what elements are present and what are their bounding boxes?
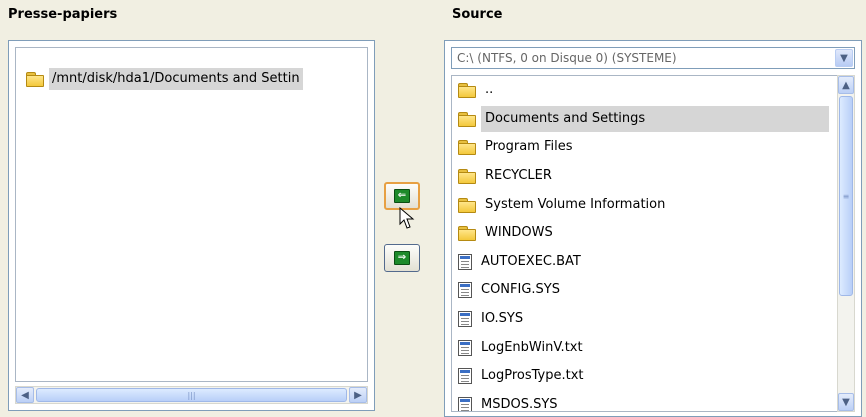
file-list-item[interactable]: LogEnbWinV.txt <box>452 333 838 362</box>
file-icon <box>458 282 472 299</box>
file-list-item-label: WINDOWS <box>485 225 553 241</box>
clipboard-item-label: /mnt/disk/hda1/Documents and Settin <box>49 68 303 90</box>
scrollbar-thumb[interactable]: ≡ <box>839 96 853 296</box>
scroll-down-button[interactable]: ▼ <box>838 393 854 411</box>
arrow-right-icon: ⇒ <box>394 251 410 265</box>
file-list-item-label: CONFIG.SYS <box>481 282 560 298</box>
file-list-item[interactable]: AUTOEXEC.BAT <box>452 248 838 277</box>
folder-icon <box>458 226 476 242</box>
file-list-item-label: MSDOS.SYS <box>481 396 558 412</box>
file-list-item[interactable]: Program Files <box>452 133 838 162</box>
drive-select-value: C:\ (NTFS, 0 on Disque 0) (SYSTEME) <box>457 51 677 65</box>
file-list-item-label: RECYCLER <box>485 168 552 184</box>
source-file-list[interactable]: .. Documents and Settings Program Files REC… <box>451 75 839 412</box>
file-list-item[interactable]: IO.SYS <box>452 305 838 334</box>
folder-icon <box>458 140 476 156</box>
file-list-item-label: System Volume Information <box>485 196 666 212</box>
mouse-cursor-icon <box>399 207 415 229</box>
copy-to-clipboard-button[interactable]: ⇐ <box>384 182 420 210</box>
file-icon <box>458 368 472 385</box>
file-list-item[interactable]: System Volume Information <box>452 190 838 219</box>
file-list-item[interactable]: MSDOS.SYS <box>452 391 838 412</box>
clipboard-list[interactable]: /mnt/disk/hda1/Documents and Settin <box>15 47 368 382</box>
folder-icon <box>458 169 476 185</box>
source-title: Source <box>452 7 503 22</box>
scroll-up-button[interactable]: ▲ <box>838 76 854 94</box>
file-list-item-label: LogProsType.txt <box>481 368 584 384</box>
file-list-item-label: .. <box>485 82 494 98</box>
source-panel: C:\ (NTFS, 0 on Disque 0) (SYSTEME) ▼ ..… <box>444 40 862 417</box>
chevron-down-icon[interactable]: ▼ <box>835 49 853 67</box>
clipboard-panel: /mnt/disk/hda1/Documents and Settin ◀ ||… <box>8 40 375 411</box>
file-list-item-label: AUTOEXEC.BAT <box>481 253 581 269</box>
file-list-item-label: LogEnbWinV.txt <box>481 339 583 355</box>
folder-icon <box>26 72 44 87</box>
file-icon <box>458 339 472 356</box>
file-list-item-label: Documents and Settings <box>481 105 829 132</box>
drive-select[interactable]: C:\ (NTFS, 0 on Disque 0) (SYSTEME) ▼ <box>451 47 855 69</box>
scroll-left-button[interactable]: ◀ <box>16 387 34 403</box>
file-icon <box>458 396 472 411</box>
copy-to-source-button[interactable]: ⇒ <box>384 244 420 272</box>
file-list-item[interactable]: RECYCLER <box>452 162 838 191</box>
file-icon <box>458 311 472 328</box>
folder-icon <box>458 83 476 99</box>
file-list-item[interactable]: CONFIG.SYS <box>452 276 838 305</box>
scrollbar-thumb[interactable]: ||| <box>36 388 347 402</box>
folder-icon <box>458 197 476 213</box>
file-list-item[interactable]: .. <box>452 76 838 105</box>
clipboard-horizontal-scrollbar[interactable]: ◀ ||| ▶ <box>15 386 368 404</box>
file-list-item[interactable]: WINDOWS <box>452 219 838 248</box>
arrow-left-icon: ⇐ <box>394 189 410 203</box>
folder-icon <box>458 111 476 127</box>
file-list-item-label: IO.SYS <box>481 311 524 327</box>
clipboard-item[interactable]: /mnt/disk/hda1/Documents and Settin <box>26 68 303 90</box>
clipboard-title: Presse-papiers <box>8 7 118 22</box>
file-list-item-label: Program Files <box>485 139 573 155</box>
source-vertical-scrollbar[interactable]: ▲ ≡ ▼ <box>837 75 855 412</box>
scroll-right-button[interactable]: ▶ <box>349 387 367 403</box>
file-list-item[interactable]: LogProsType.txt <box>452 362 838 391</box>
file-icon <box>458 253 472 270</box>
file-list-item[interactable]: Documents and Settings <box>452 105 838 134</box>
